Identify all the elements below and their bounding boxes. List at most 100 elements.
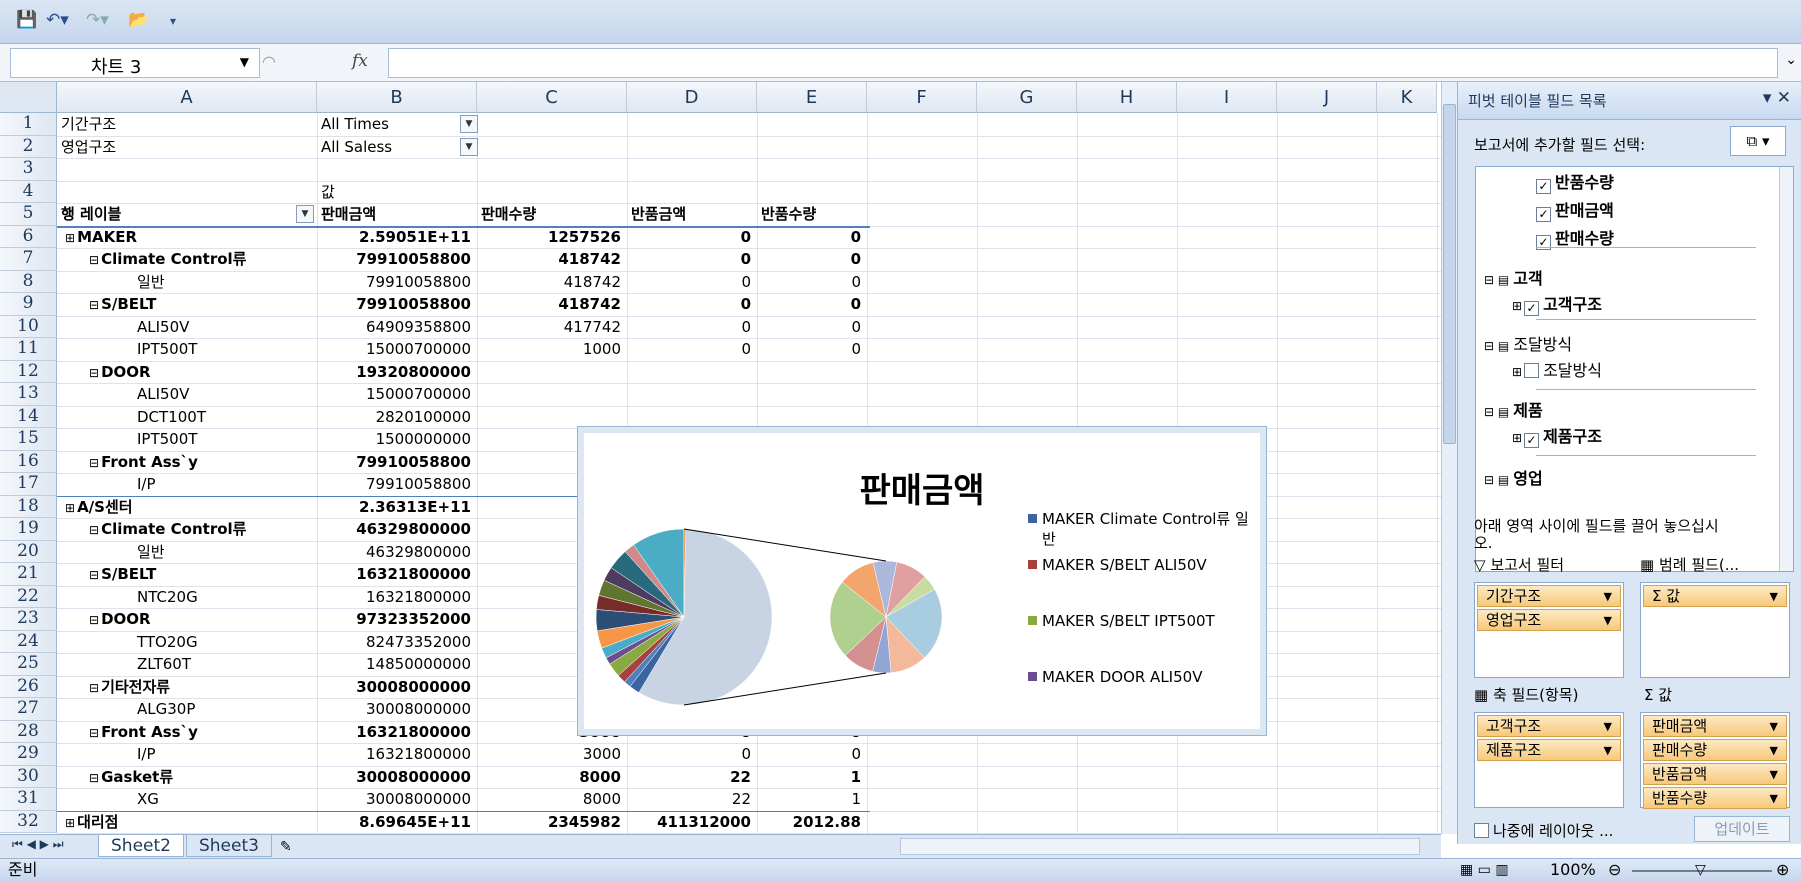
checkbox[interactable]: ✓ bbox=[1524, 433, 1540, 448]
zoom-thumb-icon[interactable]: ▽ bbox=[1695, 859, 1706, 881]
expand-collapse-icon[interactable]: ⊟ bbox=[89, 523, 99, 537]
undo-icon[interactable]: ↶▾ bbox=[46, 10, 69, 30]
filter-dropdown-icon[interactable]: ▼ bbox=[460, 137, 478, 156]
row-header[interactable]: 32 bbox=[0, 810, 57, 833]
defer-layout-checkbox[interactable]: 나중에 레이아웃 ... bbox=[1474, 820, 1613, 841]
row-header[interactable]: 11 bbox=[0, 338, 57, 361]
expand-collapse-icon[interactable]: ⊟ bbox=[89, 253, 99, 267]
row-header[interactable]: 6 bbox=[0, 225, 57, 248]
zoom-in-icon[interactable]: ⊕ bbox=[1776, 859, 1789, 881]
field-chip[interactable]: 반품수량 bbox=[1643, 787, 1787, 809]
field-item[interactable]: ⊞ ✓ 제품구조 bbox=[1512, 423, 1602, 448]
expand-collapse-icon[interactable]: ⊞ bbox=[65, 816, 75, 830]
row-header[interactable]: 16 bbox=[0, 450, 57, 473]
open-folder-icon[interactable]: 📂 bbox=[128, 10, 149, 30]
row-header[interactable]: 28 bbox=[0, 720, 57, 743]
row-header[interactable]: 21 bbox=[0, 563, 57, 586]
zoom-level[interactable]: 100% bbox=[1550, 859, 1596, 881]
field-item[interactable]: ⊞ 조달방식 bbox=[1512, 357, 1602, 381]
collapse-icon[interactable]: ⊟ ▤ bbox=[1484, 473, 1509, 487]
view-buttons-icon[interactable]: ▦ ▭ ▥ bbox=[1460, 859, 1509, 881]
expand-icon[interactable]: ⊞ bbox=[1512, 365, 1522, 379]
field-item[interactable]: ✓ 판매금액 bbox=[1536, 197, 1614, 222]
function-icon[interactable]: fx bbox=[352, 51, 368, 71]
expand-collapse-icon[interactable]: ⊟ bbox=[89, 298, 99, 312]
field-chip[interactable]: Σ 값 bbox=[1643, 585, 1787, 607]
row-header[interactable]: 8 bbox=[0, 270, 57, 293]
expand-collapse-icon[interactable]: ⊟ bbox=[89, 681, 99, 695]
field-item[interactable]: ⊟ ▤ 조달방식 bbox=[1484, 331, 1572, 355]
field-chip[interactable]: 기간구조 bbox=[1477, 585, 1621, 607]
collapse-icon[interactable]: ⊟ ▤ bbox=[1484, 273, 1509, 287]
chevron-down-icon[interactable]: ▼ bbox=[240, 55, 249, 69]
expand-collapse-icon[interactable]: ⊟ bbox=[89, 771, 99, 785]
row-header[interactable]: 31 bbox=[0, 788, 57, 811]
name-box[interactable]: 차트 3 ▼ bbox=[10, 48, 260, 78]
zoom-out-icon[interactable]: ⊖ bbox=[1608, 859, 1621, 881]
row-header[interactable]: 24 bbox=[0, 630, 57, 653]
filter-dropdown-icon[interactable]: ▼ bbox=[460, 115, 478, 133]
checkbox[interactable]: ✓ bbox=[1536, 207, 1551, 222]
row-header[interactable]: 3 bbox=[0, 158, 57, 181]
row-header[interactable]: 1 bbox=[0, 113, 57, 136]
worksheet-grid[interactable]: ABCDEFGHIJK 1 2 3 4 5 6 7 8 9 10 11 12 13 14 15 16 17 18 1… bbox=[0, 82, 1441, 834]
expand-collapse-icon[interactable]: ⊟ bbox=[89, 456, 99, 470]
collapse-icon[interactable]: ⊟ ▤ bbox=[1484, 405, 1509, 419]
column-header[interactable]: J bbox=[1277, 82, 1377, 113]
redo-icon[interactable]: ↷▾ bbox=[86, 10, 109, 30]
row-header[interactable]: 23 bbox=[0, 608, 57, 631]
row-header[interactable]: 14 bbox=[0, 405, 57, 428]
checkbox[interactable]: ✓ bbox=[1536, 179, 1551, 194]
row-header[interactable]: 19 bbox=[0, 518, 57, 541]
layout-options-button[interactable]: ⧉ ▾ bbox=[1730, 126, 1786, 156]
select-all-corner[interactable] bbox=[0, 82, 57, 113]
field-chip[interactable]: 제품구조 bbox=[1477, 739, 1621, 761]
row-header[interactable]: 17 bbox=[0, 473, 57, 496]
column-header[interactable]: H bbox=[1077, 82, 1177, 113]
scrollbar-thumb[interactable] bbox=[1443, 104, 1456, 444]
close-icon[interactable]: ▾ ✕ bbox=[1763, 88, 1791, 108]
column-header[interactable]: D bbox=[627, 82, 757, 113]
horizontal-scrollbar[interactable] bbox=[900, 838, 1420, 855]
checkbox[interactable] bbox=[1524, 363, 1540, 378]
column-header[interactable]: C bbox=[477, 82, 627, 113]
row-header[interactable]: 22 bbox=[0, 585, 57, 608]
sheet-nav-icon[interactable]: ⏮ ◀ ▶ ⏭ bbox=[12, 837, 64, 852]
column-header[interactable]: E bbox=[757, 82, 867, 113]
row-label-filter-icon[interactable]: ▼ bbox=[296, 205, 314, 223]
axis-field-area[interactable]: 고객구조제품구조 bbox=[1474, 712, 1624, 808]
collapse-icon[interactable]: ⊟ ▤ bbox=[1484, 339, 1509, 353]
expand-collapse-icon[interactable]: ⊟ bbox=[89, 366, 99, 380]
expand-formula-icon[interactable]: ⌄ bbox=[1785, 52, 1797, 68]
field-chip[interactable]: 판매금액 bbox=[1643, 715, 1787, 737]
customize-icon[interactable]: ▾ bbox=[170, 14, 176, 28]
column-header[interactable]: B bbox=[317, 82, 477, 113]
row-header[interactable]: 2 bbox=[0, 135, 57, 158]
field-chip[interactable]: 판매수량 bbox=[1643, 739, 1787, 761]
field-chip[interactable]: 반품금액 bbox=[1643, 763, 1787, 785]
row-header[interactable]: 29 bbox=[0, 743, 57, 766]
expand-collapse-icon[interactable]: ⊟ bbox=[89, 568, 99, 582]
expand-collapse-icon[interactable]: ⊟ bbox=[89, 726, 99, 740]
row-header[interactable]: 27 bbox=[0, 698, 57, 721]
row-header[interactable]: 13 bbox=[0, 383, 57, 406]
field-item[interactable]: ⊟ ▤ 영업 bbox=[1484, 465, 1543, 489]
field-item[interactable]: ⊞ ✓ 고객구조 bbox=[1512, 291, 1602, 316]
row-header[interactable]: 5 bbox=[0, 203, 57, 226]
values-area[interactable]: 판매금액판매수량반품금액반품수량 bbox=[1640, 712, 1790, 809]
vertical-scrollbar[interactable] bbox=[1441, 82, 1457, 834]
field-item[interactable]: ⊟ ▤ 고객 bbox=[1484, 265, 1543, 289]
insert-sheet-icon[interactable]: ✎ bbox=[274, 839, 298, 855]
checkbox[interactable]: ✓ bbox=[1524, 301, 1540, 316]
row-header[interactable]: 10 bbox=[0, 315, 57, 338]
field-chip[interactable]: 영업구조 bbox=[1477, 609, 1621, 631]
report-filter-area[interactable]: 기간구조영업구조 bbox=[1474, 582, 1624, 678]
row-header[interactable]: 15 bbox=[0, 428, 57, 451]
update-button[interactable]: 업데이트 bbox=[1694, 816, 1790, 842]
legend-field-area[interactable]: Σ 값 bbox=[1640, 582, 1790, 678]
field-item[interactable]: ⊟ ▤ 제품 bbox=[1484, 397, 1543, 421]
pie-chart[interactable]: 판매금액 MAKER Climate Control류 일반 MAKER S/BE… bbox=[578, 427, 1266, 735]
row-header[interactable]: 4 bbox=[0, 180, 57, 203]
column-header[interactable]: F bbox=[867, 82, 977, 113]
row-header[interactable]: 18 bbox=[0, 495, 57, 518]
